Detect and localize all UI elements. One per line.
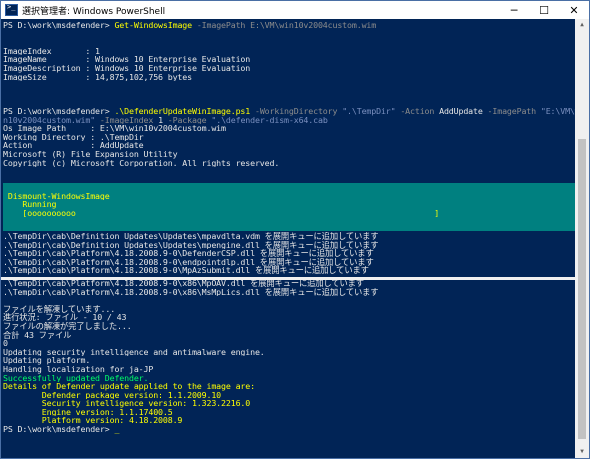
success-line: Successfully updated Defender. [3,373,149,383]
console-line: Os Image Path : E:\VM\win10v2004custom.w… [3,124,226,133]
vertical-scrollbar[interactable]: ▲ ▼ [575,19,589,458]
progress-line [3,183,577,192]
console-line: .\TempDir\cab\Definition Updates\Updates… [3,232,379,241]
console-line: ImageName : Windows 10 Enterprise Evalua… [3,55,251,64]
cursor: _ [114,425,120,434]
console-line: PS D:\work\msdefender> _ [3,425,575,434]
parameter: -Action [395,106,440,116]
minimize-button[interactable]: ─ [499,1,529,19]
parameter: -ImagePath [482,106,541,116]
progress-bar: [oooooooooo ] [3,208,440,218]
console-line: 合計 43 ファイル [3,330,72,340]
parameter: -ImageIndex [95,115,159,125]
command: Get-WindowsImage [114,21,192,30]
command-args: -ImagePath E:\VM\win10v2004custom.wim [191,21,377,30]
console-line: Microsoft (R) File Expansion Utility [3,149,178,159]
powershell-icon [5,3,18,16]
console-line: .\TempDir\cab\Platform\4.18.2008.9-0\x86… [3,287,379,297]
console-line: .\TempDir\cab\Platform\4.18.2008.9-0\Def… [3,249,374,258]
console-line: ImageSize : 14,875,102,756 bytes [3,72,192,82]
console-line: Action : AddUpdate [3,141,144,150]
console-line: Updating platform. [3,356,91,365]
progress-line [3,217,577,226]
console-line: .\TempDir\cab\Platform\4.18.2008.9-0\end… [3,257,374,267]
console-line: ImageIndex : 1 [3,46,100,56]
string-arg: ".\defender-dism-x64.cab [211,115,328,125]
scrollbar-thumb[interactable] [578,139,586,439]
string-arg: ".\TempDir" [342,106,396,116]
command: .\DefenderUpdateWinImage.ps1 [114,106,251,116]
title-bar[interactable]: 選択管理者: Windows PowerShell ─ ☐ ✕ [1,1,589,19]
details-line: Security intelligence version: 1.323.221… [3,399,251,408]
console-line: 0 [3,339,8,348]
console-line: ImageDescription : Windows 10 Enterprise… [3,63,251,73]
console-line: 進行状況: ファイル - 10 / 43 [3,313,127,322]
powershell-window: 選択管理者: Windows PowerShell ─ ☐ ✕ PS D:\wo… [0,0,590,459]
expand-output: .\TempDir\cab\Definition Updates\Updates… [3,232,575,434]
console-output[interactable]: PS D:\work\msdefender> Get-WindowsImage … [3,21,577,458]
prompt: PS D:\work\msdefender> [3,21,115,30]
arg-value: AddUpdate [439,106,483,116]
details-line: Details of Defender update applied to th… [3,382,255,391]
console-line: .\TempDir\cab\Platform\4.18.2008.9-0\x86… [3,278,364,288]
console-line: Handling localization for ja-JP [3,364,154,374]
console-line: .\TempDir\cab\Platform\4.18.2008.9-0\MpA… [3,266,369,275]
progress-activity: Dismount-WindowsImage [3,191,110,201]
maximize-button[interactable]: ☐ [529,1,559,19]
scroll-up-icon[interactable]: ▲ [575,19,589,31]
console-line: PS D:\work\msdefender> Get-WindowsImage … [3,21,575,30]
details-line: Engine version: 1.1.17400.5 [3,407,173,417]
progress-status: Running [3,200,57,209]
console-line: Copyright (c) Microsoft Corporation. All… [3,158,280,168]
console-line: PS D:\work\msdefender> .\DefenderUpdateW… [3,107,575,116]
details-line: Platform version: 4.18.2008.9 [3,416,183,426]
details-line: Defender package version: 1.1.2009.10 [3,390,222,400]
console-line: ファイルを解凍しています... [3,304,116,314]
parameter: -Package [162,115,212,125]
string-arg: "E:\VM\wi [540,106,575,116]
console-line: Updating security intelligence and antim… [3,347,265,357]
prompt: PS D:\work\msdefender> [3,425,115,434]
console-line: n10v2004custom.wim" -ImageIndex 1 -Packa… [3,116,575,125]
pane-splitter [1,277,575,280]
prompt: PS D:\work\msdefender> [3,106,115,116]
window-title: 選択管理者: Windows PowerShell [22,6,166,17]
scroll-down-icon[interactable]: ▼ [575,446,589,458]
parameter: -WorkingDirectory [250,106,343,116]
close-button[interactable]: ✕ [559,1,589,19]
console-line: ファイルの解凍が完了しました... [3,321,132,331]
progress-panel: Dismount-WindowsImage Running [ooooooooo… [3,183,577,231]
console-line: Working Directory : .\TempDir [3,132,144,142]
string-arg: n10v2004custom.wim" [3,115,96,125]
console-line: .\TempDir\cab\Definition Updates\Updates… [3,240,379,250]
